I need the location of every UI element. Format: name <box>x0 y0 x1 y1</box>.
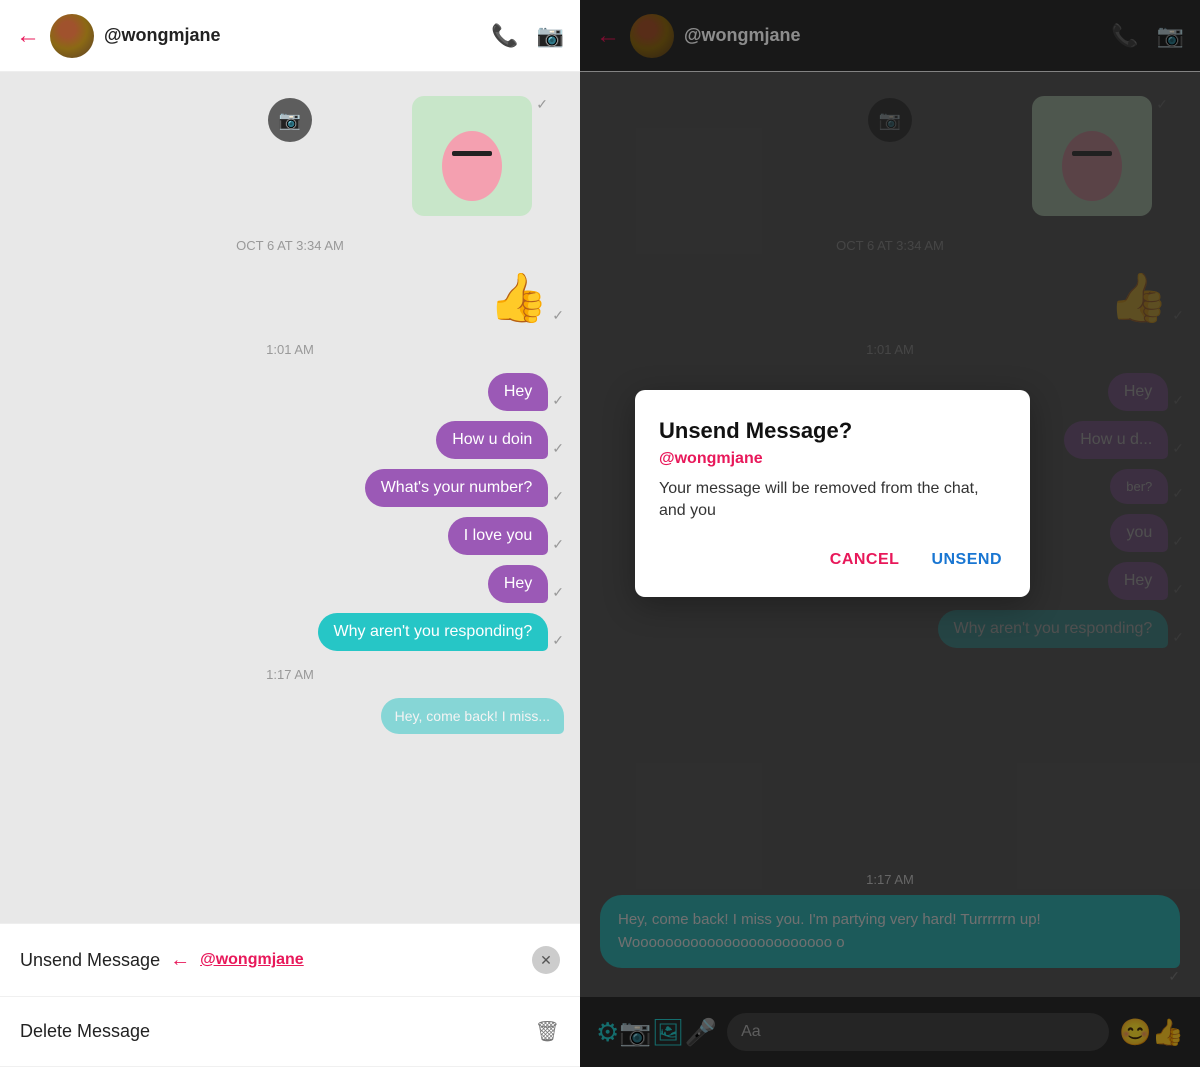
video-icon[interactable]: 📷 <box>537 23 564 49</box>
dialog-title: Unsend Message? <box>659 418 1006 444</box>
sticker-image <box>412 96 532 216</box>
chat-area: 📷 ✓ OCT 6 AT 3:34 AM 👍 ✓ 1:01 AM Hey <box>0 72 580 923</box>
left-panel: ← @wongmjane 📞 📷 📷 <box>0 0 580 1067</box>
header-icons: 📞 📷 <box>491 23 564 49</box>
sticker-area: 📷 ✓ <box>16 88 564 224</box>
msg-row-1: Hey ✓ <box>16 373 564 411</box>
bubble-love: I love you <box>448 517 548 555</box>
timestamp-1: OCT 6 AT 3:34 AM <box>16 238 564 253</box>
arrow-icon: ← <box>170 949 190 972</box>
delete-item[interactable]: Delete Message 🗑 <box>0 997 580 1067</box>
right-panel: ← @wongmjane 📞 📷 📷 ✓ <box>580 0 1200 1067</box>
msg-row-6: Why aren't you responding? ✓ <box>16 613 564 651</box>
bubble-hey2: Hey <box>488 565 548 603</box>
bottom-sheet: Unsend Message ← @wongmjane ✕ Delete Mes… <box>0 923 580 1067</box>
msg-row-4: I love you ✓ <box>16 517 564 555</box>
x-button[interactable]: ✕ <box>532 946 560 974</box>
unsend-dialog: Unsend Message? @wongmjane Your message … <box>635 390 1030 597</box>
dialog-actions: CANCEL UNSEND <box>659 543 1006 577</box>
check-8: ✓ <box>552 632 564 649</box>
timestamp-2: 1:01 AM <box>16 342 564 357</box>
bubble-number: What's your number? <box>365 469 549 507</box>
dialog-username: @wongmjane <box>659 450 1006 468</box>
check-3: ✓ <box>552 392 564 409</box>
trash-icon: 🗑 <box>535 1019 560 1044</box>
check-5: ✓ <box>552 488 564 505</box>
phone-icon[interactable]: 📞 <box>491 23 518 49</box>
back-button[interactable]: ← <box>16 22 40 50</box>
camera-button[interactable]: 📷 <box>268 98 312 142</box>
check-4: ✓ <box>552 440 564 457</box>
msg-row-partial: Hey, come back! I miss... <box>16 698 564 734</box>
dialog-body: Your message will be removed from the ch… <box>659 478 1006 523</box>
left-header: ← @wongmjane 📞 📷 <box>0 0 580 72</box>
msg-row-2: How u doin ✓ <box>16 421 564 459</box>
bubble-respond: Why aren't you responding? <box>318 613 549 651</box>
unsend-username: @wongmjane <box>200 951 304 969</box>
bubble-how: How u doin <box>436 421 548 459</box>
unsend-button[interactable]: UNSEND <box>927 543 1006 577</box>
check-7: ✓ <box>552 584 564 601</box>
camera-icon: 📷 <box>279 110 301 131</box>
bubble-hey1: Hey <box>488 373 548 411</box>
msg-row-5: Hey ✓ <box>16 565 564 603</box>
thumbs-bubble: 👍 <box>489 269 549 326</box>
username-label: @wongmjane <box>104 25 491 46</box>
timestamp-3: 1:17 AM <box>16 667 564 682</box>
check-6: ✓ <box>552 536 564 553</box>
unsend-item-content: Unsend Message ← @wongmjane <box>20 949 304 972</box>
x-icon: ✕ <box>540 952 552 969</box>
cancel-button[interactable]: CANCEL <box>826 543 904 577</box>
check-icon-2: ✓ <box>552 307 564 324</box>
delete-label: Delete Message <box>20 1021 150 1042</box>
bubble-partial: Hey, come back! I miss... <box>381 698 564 734</box>
unsend-item[interactable]: Unsend Message ← @wongmjane ✕ <box>0 924 580 997</box>
avatar <box>50 14 94 58</box>
msg-row-3: What's your number? ✓ <box>16 469 564 507</box>
message-row-thumbs: 👍 ✓ <box>16 269 564 326</box>
unsend-label: Unsend Message <box>20 950 160 971</box>
check-icon: ✓ <box>536 96 548 214</box>
